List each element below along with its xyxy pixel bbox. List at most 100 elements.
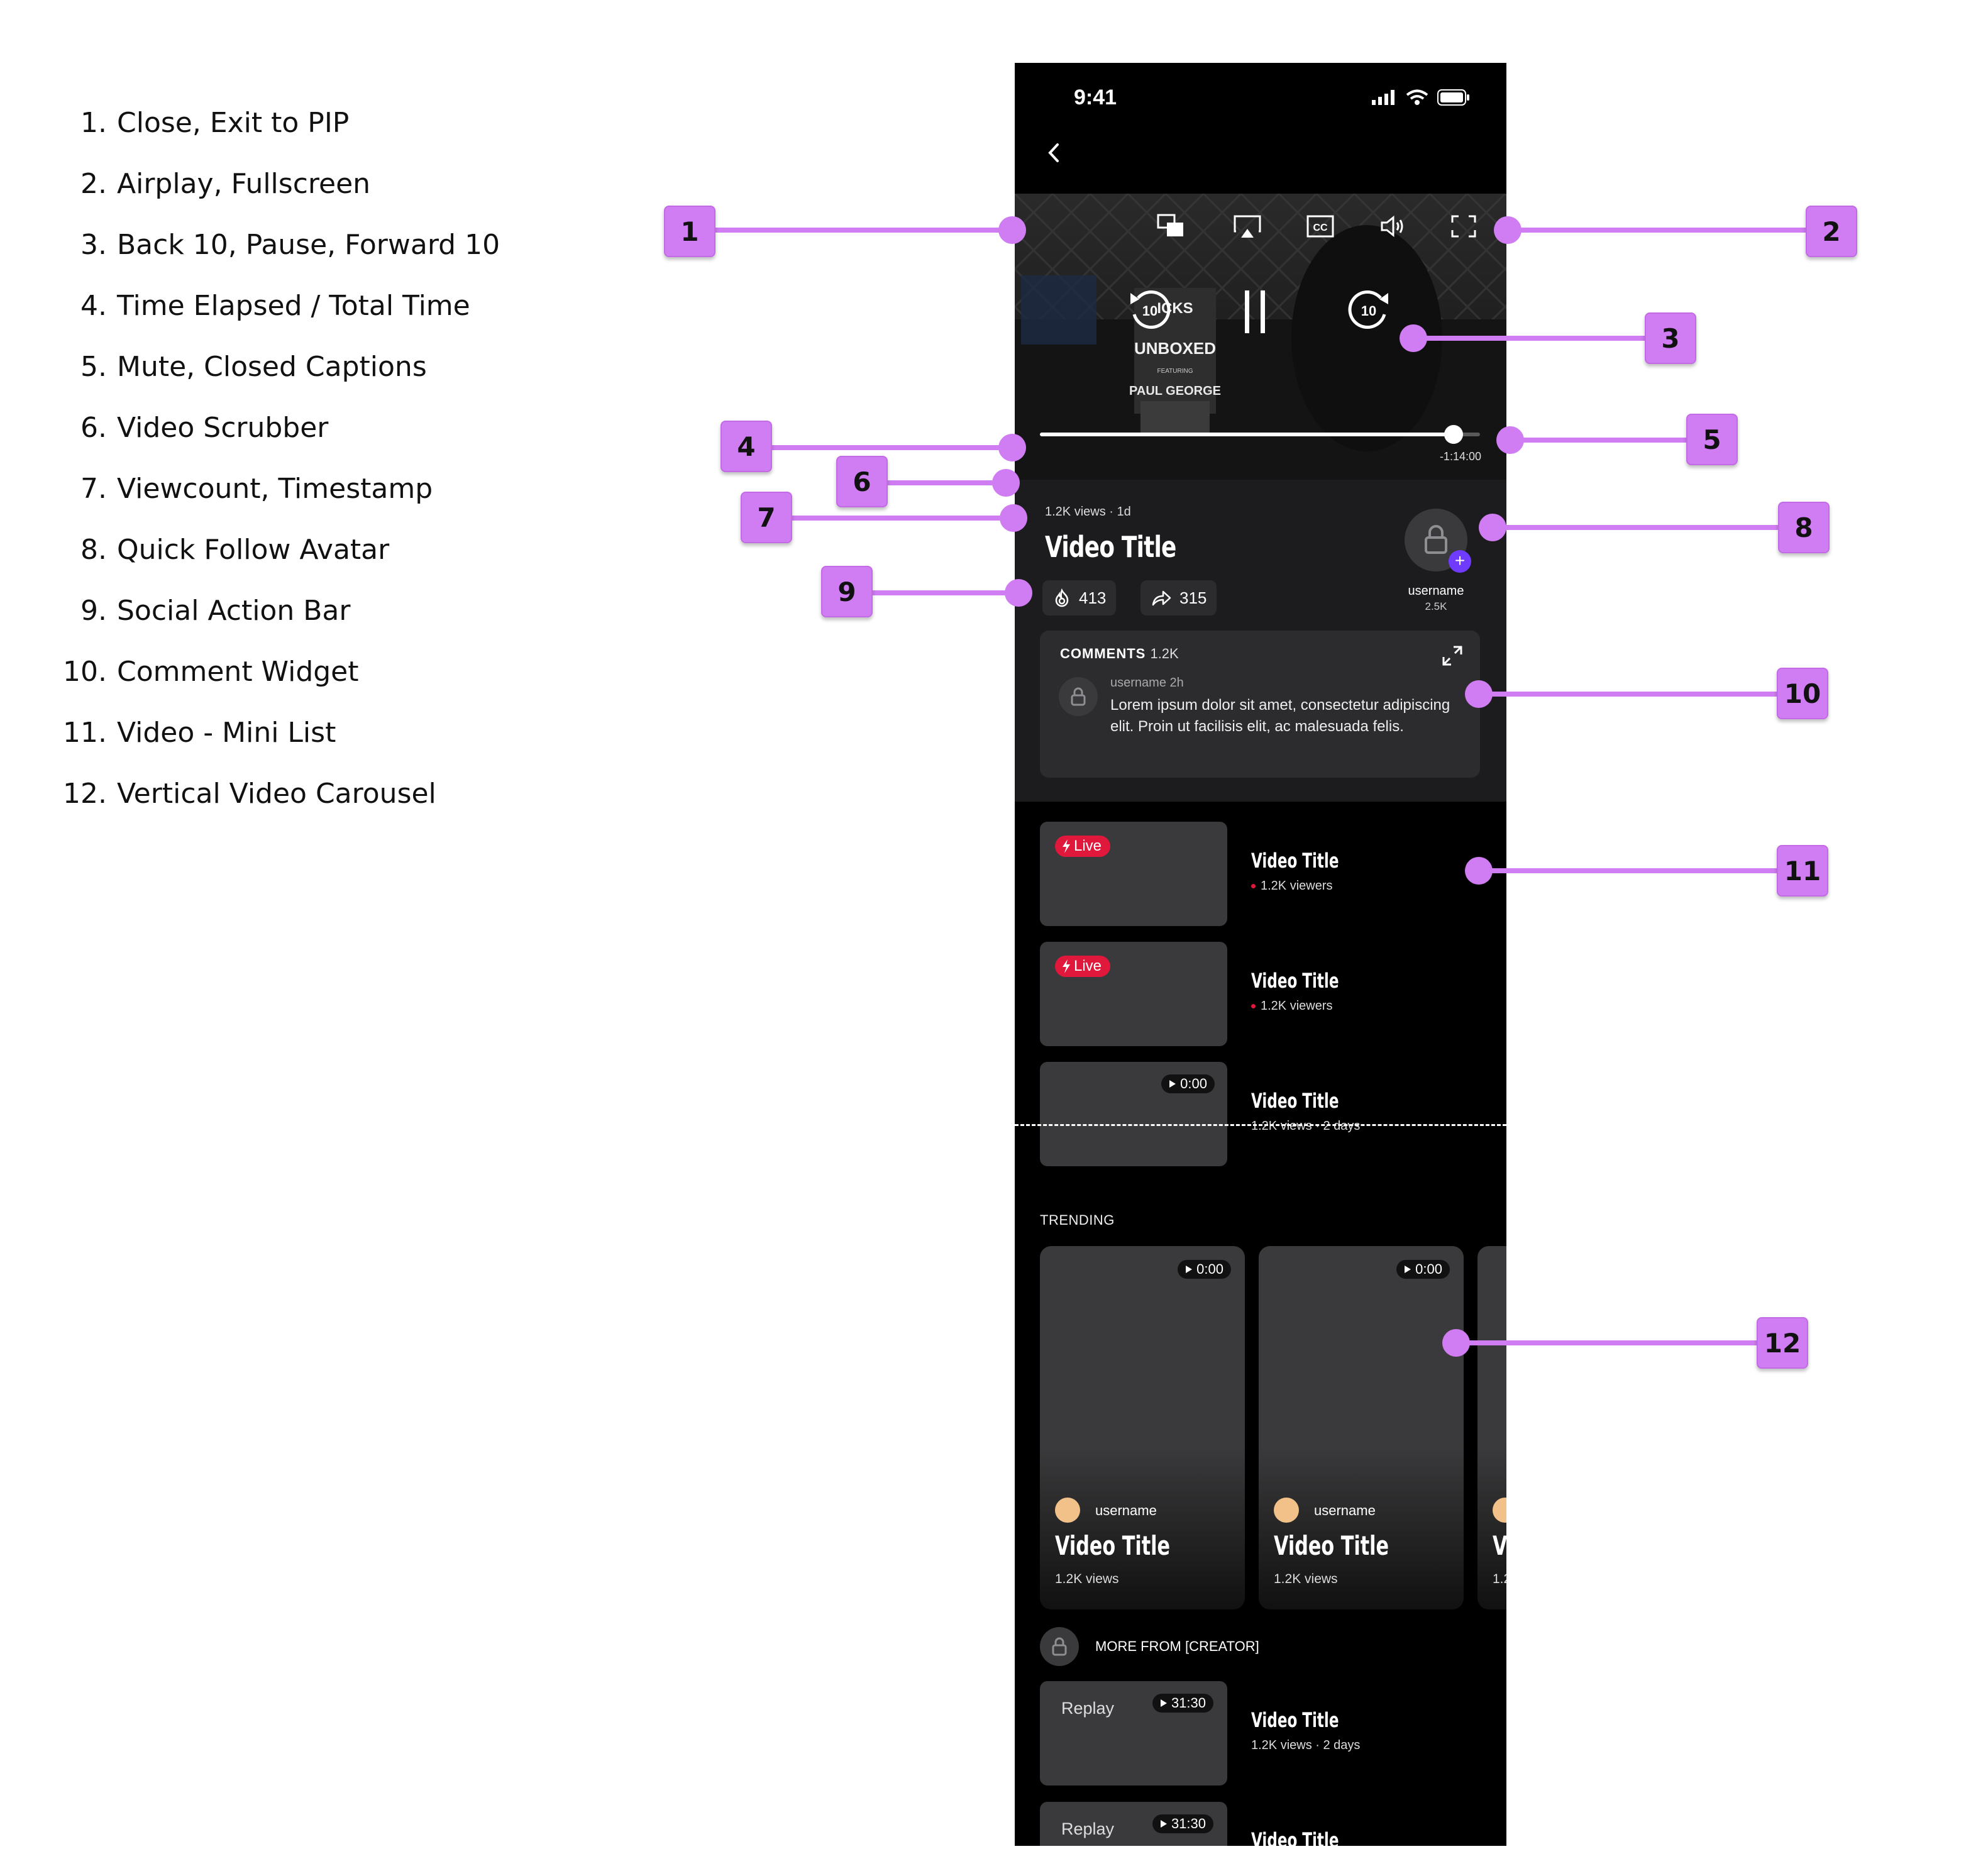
follow-button[interactable]: + — [1449, 550, 1471, 573]
legend-number: 2. — [80, 167, 107, 200]
legend-text: Mute, Closed Captions — [117, 350, 427, 383]
trending-label: TRENDING — [1040, 1212, 1115, 1228]
creator-avatar[interactable] — [1055, 1498, 1080, 1523]
callout-line — [1413, 336, 1645, 341]
live-dot — [1251, 884, 1256, 889]
callout-dot — [1479, 514, 1506, 541]
replay-title[interactable]: Video Title — [1251, 1708, 1339, 1732]
carousel-card[interactable]: 0:00 username Video Title 1.2K views — [1259, 1246, 1464, 1609]
legend-number: 6. — [80, 411, 107, 444]
flame-icon — [1055, 588, 1069, 607]
callout-line — [1508, 228, 1806, 233]
pause-icon[interactable] — [1240, 287, 1271, 337]
status-icons — [1372, 89, 1470, 106]
lock-avatar-icon — [1071, 687, 1086, 706]
comments-heading: COMMENTS 1.2K — [1060, 646, 1179, 662]
carousel-card[interactable]: 0:00 username Video Title 1.2K views — [1040, 1246, 1245, 1609]
share-button[interactable]: 315 — [1140, 580, 1217, 615]
callout-badge: 8 — [1778, 502, 1830, 553]
callout-badge: 10 — [1777, 668, 1828, 719]
card-username: username — [1095, 1503, 1157, 1518]
poster-text: PAUL GEORGE — [1129, 384, 1221, 398]
carousel-card[interactable]: Video Title 1.2K views — [1477, 1246, 1506, 1609]
skip-back-button[interactable]: 10 — [1125, 287, 1174, 336]
duration-pill: 31:30 — [1152, 1814, 1213, 1833]
callout-dot — [1005, 579, 1032, 607]
callout-dot — [998, 216, 1026, 244]
legend-number: 4. — [80, 289, 107, 322]
mini-list-viewers: 1.2K viewers — [1251, 999, 1333, 1013]
callout-line — [1479, 868, 1781, 873]
legend-item: 3. Back 10, Pause, Forward 10 — [50, 226, 500, 263]
replay-thumbnail[interactable]: Replay 31:30 — [1040, 1802, 1227, 1846]
legend-number: 10. — [63, 655, 107, 688]
callout-badge: 9 — [821, 566, 873, 617]
creator-avatar[interactable] — [1274, 1498, 1299, 1523]
scrubber-handle[interactable] — [1444, 425, 1463, 444]
viewer-count: 1.2K viewers — [1261, 879, 1333, 893]
play-icon — [1169, 1080, 1176, 1088]
share-count: 315 — [1179, 588, 1207, 607]
back-chevron-icon[interactable] — [1039, 137, 1070, 168]
callout-badge: 5 — [1686, 414, 1738, 465]
duration-label: 31:30 — [1171, 1695, 1206, 1711]
like-button[interactable]: 413 — [1042, 580, 1117, 615]
duration-pill: 31:30 — [1152, 1694, 1213, 1713]
creator-avatar[interactable] — [1040, 1627, 1079, 1666]
legend-text: Quick Follow Avatar — [117, 533, 390, 566]
mini-list-title[interactable]: Video Title — [1251, 969, 1339, 993]
legend-number: 9. — [80, 594, 107, 627]
callout-line — [770, 445, 1012, 450]
callout-badge: 7 — [741, 492, 792, 543]
total-time: -1:14:00 — [1439, 450, 1481, 463]
mini-list-thumbnail[interactable]: Live — [1040, 942, 1227, 1046]
viewcount-timestamp: 1.2K views · 1d — [1045, 505, 1131, 519]
mini-list-views: 1.2K views · 2 days — [1251, 1119, 1361, 1133]
legend-item: 5. Mute, Closed Captions — [50, 348, 427, 385]
volume-icon[interactable] — [1378, 212, 1408, 240]
callout-dot — [1494, 216, 1521, 244]
duration-label: 31:30 — [1171, 1816, 1206, 1831]
lock-avatar-icon — [1052, 1637, 1067, 1656]
callout-badge: 2 — [1806, 206, 1857, 257]
airplay-icon[interactable] — [1232, 212, 1262, 240]
video-scrubber[interactable] — [1040, 425, 1480, 444]
fullscreen-icon[interactable] — [1449, 212, 1479, 240]
callout-dot — [998, 434, 1026, 461]
pip-icon[interactable] — [1156, 212, 1186, 240]
legend-text: Social Action Bar — [117, 594, 351, 627]
skip-forward-button[interactable]: 10 — [1344, 287, 1393, 336]
duration-pill: 0:00 — [1396, 1260, 1450, 1279]
scrubber-progress — [1040, 433, 1454, 436]
bolt-icon — [1063, 959, 1070, 973]
video-info-panel: 1.2K views · 1d Video Title 413 315 + us… — [1015, 480, 1506, 802]
comment-username: username — [1110, 676, 1166, 690]
comments-count: 1.2K — [1150, 646, 1179, 661]
replay-thumbnail[interactable]: Replay 31:30 — [1040, 1681, 1227, 1785]
legend-number: 7. — [80, 472, 107, 505]
poster-text: UNBOXED — [1134, 339, 1216, 358]
expand-icon[interactable] — [1440, 643, 1465, 668]
creator-avatar[interactable] — [1493, 1498, 1506, 1523]
legend-item: 1. Close, Exit to PIP — [50, 104, 349, 141]
closed-captions-icon[interactable]: CC — [1305, 212, 1335, 240]
legend-item: 8. Quick Follow Avatar — [50, 531, 389, 568]
comment-widget[interactable]: COMMENTS 1.2K username 2h Lorem ipsum do… — [1040, 631, 1480, 778]
live-badge: Live — [1055, 956, 1111, 977]
callout-badge: 11 — [1777, 845, 1828, 897]
legend-item: 6. Video Scrubber — [50, 409, 328, 446]
play-icon — [1160, 1699, 1167, 1707]
legend-number: 1. — [80, 106, 107, 139]
mini-list-title[interactable]: Video Title — [1251, 1089, 1339, 1113]
callout-badge: 12 — [1757, 1317, 1808, 1369]
legend-text: Back 10, Pause, Forward 10 — [117, 228, 500, 261]
mini-list-title[interactable]: Video Title — [1251, 849, 1339, 873]
commenter-avatar[interactable] — [1059, 677, 1098, 716]
callout-line — [885, 480, 1006, 485]
legend-item: 12. Vertical Video Carousel — [50, 775, 436, 812]
play-icon — [1186, 1266, 1193, 1273]
mini-list-thumbnail[interactable]: 0:00 — [1040, 1062, 1227, 1166]
replay-title[interactable]: Video Title — [1251, 1828, 1339, 1846]
comment-text: Lorem ipsum dolor sit amet, consectetur … — [1110, 697, 1450, 735]
mini-list-thumbnail[interactable]: Live — [1040, 822, 1227, 926]
